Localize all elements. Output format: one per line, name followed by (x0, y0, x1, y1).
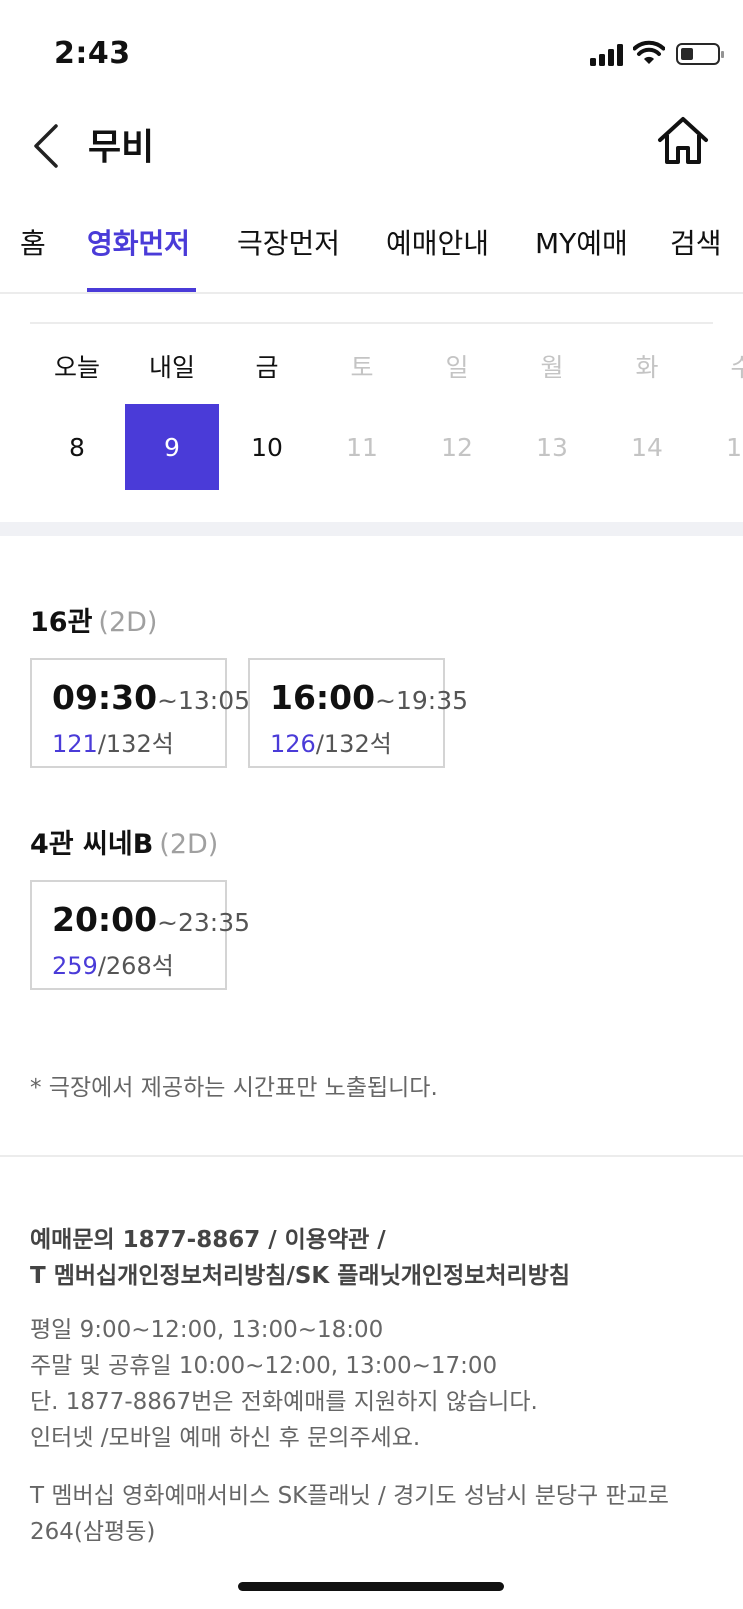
available-seats: 121 (52, 730, 98, 758)
footer-hours: 평일 9:00~12:00, 13:00~18:00 주말 및 공휴일 10:0… (30, 1312, 538, 1456)
day-name: 금 (255, 353, 279, 382)
battery-icon (676, 43, 724, 65)
home-icon[interactable] (656, 116, 710, 166)
section-divider (0, 522, 743, 536)
day-name: 월 (540, 353, 564, 382)
day-name: 화 (635, 353, 659, 382)
available-seats: 126 (270, 730, 316, 758)
hall-format: (2D) (98, 607, 158, 638)
date-cell-disabled: 12 (441, 432, 473, 462)
showtime-card[interactable]: 16:00~19:35 126/132석 (248, 658, 468, 768)
date-cell-selected[interactable]: 9 (125, 404, 219, 490)
hall-title: 4관 씨네B (2D) (30, 822, 218, 861)
day-name: 오늘 (53, 353, 100, 382)
app-header: 무비 (0, 100, 743, 186)
footer-company: T 멤버십 영화예매서비스 SK플래닛 / 경기도 성남시 분당구 판교로 26… (30, 1478, 720, 1550)
hall-title: 16관 (2D) (30, 600, 157, 639)
date-cell[interactable]: 8 (30, 404, 124, 490)
day-name: 수 (730, 353, 743, 382)
date-cell-disabled: 14 (631, 432, 663, 462)
date-cell[interactable]: 10 (220, 404, 314, 490)
schedule-notice: * 극장에서 제공하는 시간표만 노출됩니다. (30, 1075, 438, 1101)
back-arrow-icon[interactable] (28, 122, 68, 170)
day-name: 일 (445, 353, 469, 382)
phone-note: 단. 1877-8867번은 전화예매를 지원하지 않습니다. (30, 1389, 538, 1415)
active-tab-indicator (87, 288, 196, 292)
start-time: 16:00 (270, 678, 376, 717)
day-name: 내일 (148, 353, 195, 382)
footer-link-line[interactable]: T 멤버십개인정보처리방침/SK 플래닛개인정보처리방침 (30, 1258, 570, 1294)
end-time: ~19:35 (375, 686, 469, 715)
start-time: 09:30 (52, 678, 158, 717)
total-seats: /132석 (97, 730, 174, 758)
divider (30, 322, 713, 324)
home-indicator (238, 1582, 504, 1591)
divider (0, 1155, 743, 1157)
weekday-hours: 평일 9:00~12:00, 13:00~18:00 (30, 1317, 384, 1343)
tab-booking-guide[interactable]: 예매안내 (386, 222, 489, 262)
end-time: ~13:05 (157, 686, 251, 715)
date-cell-disabled: 13 (536, 432, 568, 462)
date-cell-disabled: 11 (346, 432, 378, 462)
inquiry-note: 인터넷 /모바일 예매 하신 후 문의주세요. (30, 1425, 421, 1451)
weekend-hours: 주말 및 공휴일 10:00~12:00, 13:00~17:00 (30, 1353, 498, 1379)
status-time: 2:43 (54, 36, 131, 71)
company-line: T 멤버십 영화예매서비스 SK플래닛 / 경기도 성남시 분당구 판교로 (30, 1483, 669, 1509)
tab-bar: 홈 영화먼저 극장먼저 예매안내 MY예매 검색 (0, 200, 743, 294)
tab-movie-first[interactable]: 영화먼저 (87, 222, 190, 262)
tab-theater-first[interactable]: 극장먼저 (237, 222, 340, 262)
page-title: 무비 (88, 127, 155, 168)
total-seats: /132석 (315, 730, 392, 758)
tab-my-booking[interactable]: MY예매 (535, 222, 628, 262)
day-name: 토 (350, 353, 374, 382)
hall-name: 4관 씨네B (30, 829, 154, 860)
tab-search[interactable]: 검색 (670, 222, 722, 262)
date-selector: 오늘 내일 금 토 일 월 화 수 8 9 10 11 12 13 14 15 (0, 294, 743, 522)
date-cell-disabled: 15 (726, 432, 743, 462)
company-line: 264(삼평동) (30, 1519, 156, 1545)
signal-icon (590, 44, 623, 66)
hall-name: 16관 (30, 607, 93, 638)
wifi-icon (633, 40, 665, 64)
showtime-card[interactable]: 20:00~23:35 259/268석 (30, 880, 250, 990)
footer-link-line[interactable]: 예매문의 1877-8867 / 이용약관 / (30, 1222, 570, 1258)
status-bar: 2:43 (0, 0, 743, 100)
hall-format: (2D) (159, 829, 219, 860)
end-time: ~23:35 (157, 908, 251, 937)
tab-home[interactable]: 홈 (20, 222, 46, 262)
total-seats: /268석 (97, 952, 174, 980)
footer-links: 예매문의 1877-8867 / 이용약관 / T 멤버십개인정보처리방침/SK… (30, 1222, 570, 1294)
showtime-card[interactable]: 09:30~13:05 121/132석 (30, 658, 250, 768)
available-seats: 259 (52, 952, 98, 980)
start-time: 20:00 (52, 900, 158, 939)
